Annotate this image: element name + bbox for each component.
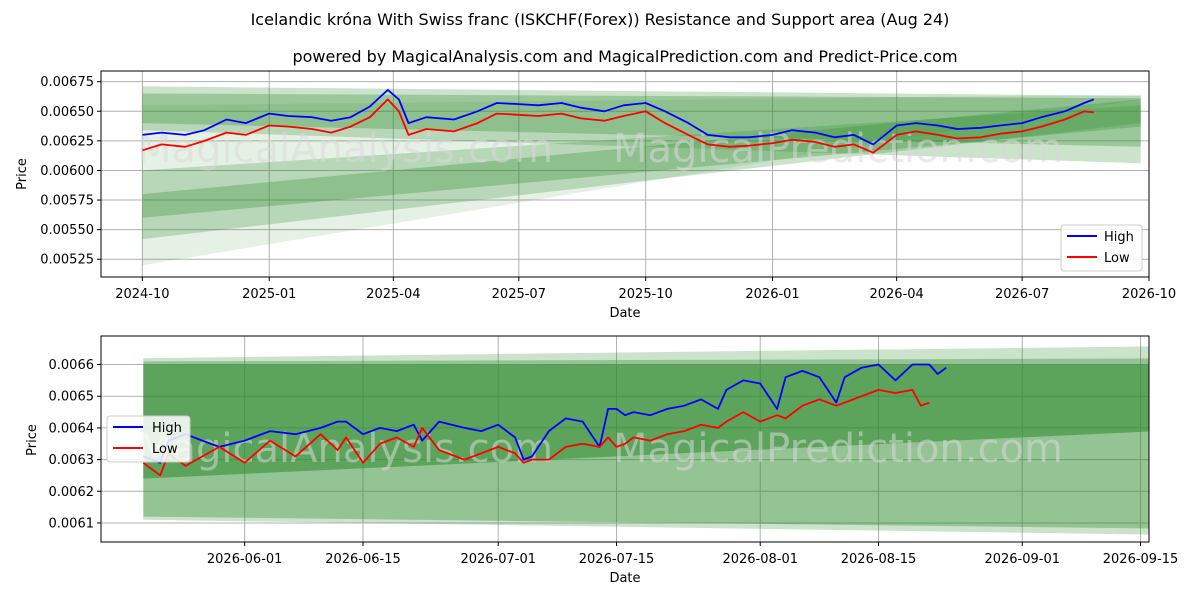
x-tick-label: 2024-10 — [115, 287, 169, 302]
x-tick-label: 2026-08-15 — [841, 552, 917, 567]
watermark-analysis: MagicalAnalysis.com — [137, 126, 553, 172]
legend: High Low — [1060, 224, 1143, 272]
y-axis-ticks: 0.0061 0.0062 0.0063 0.0064 0.0065 0.0066 — [49, 358, 101, 531]
watermark-prediction: MagicalPrediction.com — [613, 126, 1063, 172]
chart-title: Icelandic króna With Swiss franc (ISKCHF… — [251, 10, 950, 29]
y-tick-label: 0.00525 — [40, 253, 94, 268]
y-tick-label: 0.00675 — [40, 75, 94, 90]
x-tick-label: 2025-04 — [366, 287, 420, 302]
legend: High Low — [106, 415, 191, 463]
y-axis-ticks: 0.00525 0.00550 0.00575 0.00600 0.00625 0.006… — [40, 75, 101, 268]
x-tick-label: 2026-10 — [1122, 287, 1176, 302]
y-tick-label: 0.00625 — [40, 134, 94, 149]
legend-low-label: Low — [152, 442, 178, 457]
y-tick-label: 0.00600 — [40, 164, 94, 179]
recent-zoom-panel: MagicalAnalysis.com MagicalPrediction.co… — [25, 335, 1178, 586]
x-tick-label: 2026-01 — [745, 287, 799, 302]
legend-high-label: High — [1104, 230, 1134, 245]
y-tick-label: 0.0064 — [49, 421, 95, 436]
x-axis-ticks: 2024-10 2025-01 2025-04 2025-07 2025-10 2026-… — [115, 277, 1176, 302]
x-tick-label: 2025-10 — [619, 287, 673, 302]
y-axis-label: Price — [15, 158, 30, 190]
x-tick-label: 2026-07-15 — [579, 552, 655, 567]
legend-high-label: High — [152, 421, 182, 436]
chart-subtitle: powered by MagicalAnalysis.com and Magic… — [292, 47, 957, 66]
x-tick-label: 2026-04 — [869, 287, 923, 302]
y-tick-label: 0.00575 — [40, 194, 94, 209]
legend-low-label: Low — [1104, 251, 1130, 266]
y-tick-label: 0.0061 — [49, 516, 95, 531]
x-tick-label: 2026-09-01 — [984, 552, 1060, 567]
resistance-support-overview-panel: MagicalAnalysis.com MagicalPrediction.co… — [15, 70, 1176, 321]
y-tick-label: 0.0065 — [49, 390, 95, 405]
figure-canvas: Icelandic króna With Swiss franc (ISKCHF… — [15, 10, 1178, 586]
x-tick-label: 2026-07 — [995, 287, 1049, 302]
x-axis-label: Date — [609, 306, 640, 321]
x-tick-label: 2025-07 — [492, 287, 546, 302]
x-tick-label: 2026-07-01 — [460, 552, 536, 567]
x-tick-label: 2026-06-01 — [207, 552, 283, 567]
x-tick-label: 2026-06-15 — [325, 552, 401, 567]
x-tick-label: 2026-09-15 — [1103, 552, 1179, 567]
y-axis-label: Price — [25, 424, 40, 456]
y-tick-label: 0.00650 — [40, 105, 94, 120]
x-tick-label: 2025-01 — [242, 287, 296, 302]
chart-figure: Icelandic króna With Swiss franc (ISKCHF… — [0, 0, 1200, 600]
x-axis-label: Date — [609, 571, 640, 586]
support-resistance-bands — [142, 86, 1141, 266]
x-tick-label: 2026-08-01 — [722, 552, 798, 567]
y-tick-label: 0.0062 — [49, 485, 95, 500]
watermark-prediction: MagicalPrediction.com — [613, 426, 1063, 472]
x-axis-ticks: 2026-06-01 2026-06-15 2026-07-01 2026-07-15… — [207, 542, 1178, 567]
y-tick-label: 0.00550 — [40, 223, 94, 238]
y-tick-label: 0.0066 — [49, 358, 95, 373]
y-tick-label: 0.0063 — [49, 453, 95, 468]
